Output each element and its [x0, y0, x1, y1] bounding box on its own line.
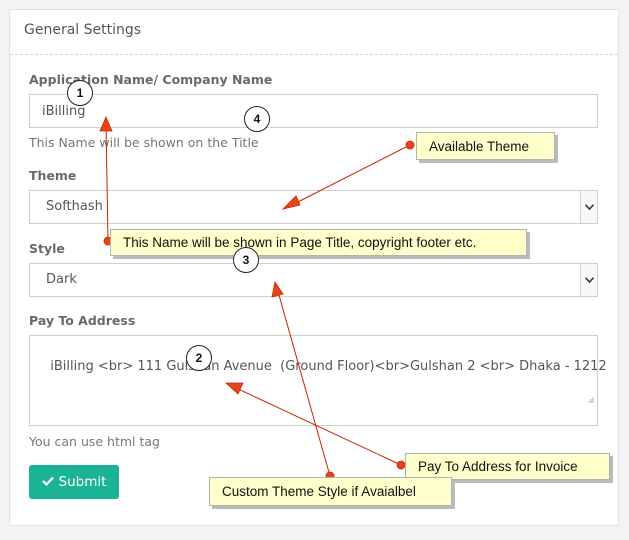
pay-to-value: iBilling <br> 111 Gulshan Avenue (Ground… [50, 359, 607, 374]
callout-name-shown: This Name will be shown in Page Title, c… [110, 229, 527, 256]
pay-to-textarea[interactable]: iBilling <br> 111 Gulshan Avenue (Ground… [29, 335, 607, 426]
submit-label: Submit [58, 474, 107, 490]
chevron-down-icon [580, 191, 597, 223]
annotation-badge-4: 4 [244, 106, 270, 132]
check-icon [41, 474, 54, 490]
theme-select[interactable]: Softhash [29, 190, 598, 224]
style-select[interactable]: Dark [29, 263, 598, 297]
callout-pay-to-invoice: Pay To Address for Invoice [405, 453, 610, 480]
pay-to-help: You can use html tag [29, 434, 160, 449]
annotation-badge-2: 2 [186, 345, 212, 371]
submit-button[interactable]: Submit [29, 465, 119, 499]
app-name-label: Application Name/ Company Name [29, 72, 273, 87]
panel-title: General Settings [24, 22, 142, 38]
app-name-input[interactable]: iBilling [29, 94, 598, 128]
style-label: Style [29, 241, 65, 256]
app-name-help: This Name will be shown on the Title [29, 135, 259, 150]
pay-to-label: Pay To Address [29, 313, 136, 328]
callout-custom-style: Custom Theme Style if Avaialbel [209, 477, 452, 506]
annotation-badge-3: 3 [233, 247, 259, 273]
callout-available-theme: Available Theme [416, 132, 555, 160]
annotation-badge-1: 1 [67, 80, 93, 106]
theme-selected-value: Softhash [46, 199, 103, 214]
chevron-down-icon [580, 264, 597, 296]
panel-divider [10, 54, 618, 55]
resize-grip-icon[interactable] [570, 377, 594, 422]
style-selected-value: Dark [46, 272, 77, 287]
theme-label: Theme [29, 168, 77, 183]
